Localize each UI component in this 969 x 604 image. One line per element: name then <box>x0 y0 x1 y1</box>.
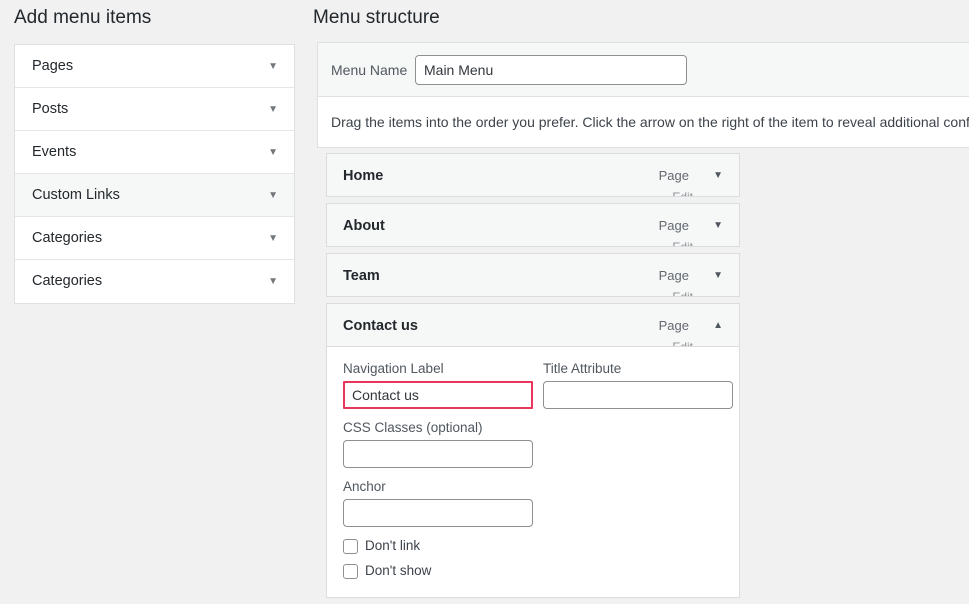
accordion-item-label: Pages <box>32 58 74 74</box>
navigation-label-input[interactable] <box>343 381 533 409</box>
menu-item-edit-link[interactable]: Edit <box>672 240 693 246</box>
menu-item-edit-link[interactable]: Edit <box>672 190 693 196</box>
menu-item-bar[interactable]: About Page Edit ▼ <box>326 203 740 247</box>
menu-item-bar[interactable]: Home Page Edit ▼ <box>326 153 740 197</box>
menu-instructions-text: Drag the items into the order you prefer… <box>331 114 969 130</box>
title-attribute-label: Title Attribute <box>543 361 622 376</box>
css-classes-label: CSS Classes (optional) <box>343 420 483 435</box>
menu-item-title: Home <box>343 168 384 184</box>
chevron-down-icon[interactable]: ▼ <box>713 154 723 196</box>
page-title-menu-structure: Menu structure <box>313 7 440 28</box>
chevron-down-icon[interactable]: ▼ <box>268 45 278 88</box>
menu-item-bar[interactable]: Contact us Page Edit ▲ <box>326 303 740 347</box>
page-title-add-menu-items: Add menu items <box>14 7 152 28</box>
accordion-item-label: Custom Links <box>32 187 120 203</box>
menu-item-team[interactable]: Team Page Edit ▼ <box>326 253 740 297</box>
menu-item-title: About <box>343 218 385 234</box>
chevron-down-icon[interactable]: ▼ <box>713 254 723 296</box>
accordion-item-label: Events <box>32 144 77 160</box>
dont-link-checkbox[interactable] <box>343 538 358 554</box>
accordion-item-label: Categories <box>32 230 103 246</box>
accordion-item-custom-links[interactable]: Custom Links ▼ <box>15 174 294 217</box>
chevron-down-icon[interactable]: ▼ <box>268 131 278 174</box>
menu-item-settings-panel: Navigation Label Title Attribute CSS Cla… <box>326 347 740 598</box>
add-menu-items-panel: Add menu items Pages ▼ Posts ▼ Events ▼ … <box>0 0 310 594</box>
menu-item-about[interactable]: About Page Edit ▼ <box>326 203 740 247</box>
accordion-item-categories-1[interactable]: Categories ▼ <box>15 217 294 260</box>
menu-item-title: Contact us <box>343 318 418 334</box>
title-attribute-block: Title Attribute <box>543 361 733 409</box>
menu-item-contact-us[interactable]: Contact us Page Edit ▲ Navigation Label … <box>326 303 740 598</box>
css-classes-input[interactable] <box>343 440 533 468</box>
anchor-label: Anchor <box>343 479 386 494</box>
menu-name-input[interactable] <box>415 55 687 85</box>
chevron-down-icon[interactable]: ▼ <box>268 88 278 131</box>
menu-instructions-row: Drag the items into the order you prefer… <box>318 97 969 147</box>
menu-name-label: Menu Name <box>331 62 408 78</box>
accordion-item-events[interactable]: Events ▼ <box>15 131 294 174</box>
chevron-down-icon[interactable]: ▼ <box>268 174 278 217</box>
accordion-item-posts[interactable]: Posts ▼ <box>15 88 294 131</box>
field-row-css-classes: CSS Classes (optional) <box>343 420 723 468</box>
chevron-down-icon[interactable]: ▼ <box>268 217 278 260</box>
menu-item-title: Team <box>343 268 380 284</box>
dont-show-checkbox[interactable] <box>343 563 358 579</box>
dont-link-checkbox-row[interactable]: Don't link <box>343 538 723 554</box>
field-row-label-title: Navigation Label Title Attribute <box>343 361 733 409</box>
dont-link-label: Don't link <box>365 538 421 553</box>
menu-name-row: Menu Name <box>318 43 969 97</box>
menu-item-home[interactable]: Home Page Edit ▼ <box>326 153 740 197</box>
accordion-item-label: Categories <box>32 273 103 289</box>
chevron-down-icon[interactable]: ▼ <box>713 204 723 246</box>
accordion-item-pages[interactable]: Pages ▼ <box>15 45 294 88</box>
menu-items-list: Home Page Edit ▼ About Page Edit ▼ Team … <box>326 153 740 604</box>
dont-show-label: Don't show <box>365 563 432 578</box>
field-row-anchor: Anchor <box>343 479 723 527</box>
navigation-label-block: Navigation Label <box>343 361 533 409</box>
menu-item-edit-link[interactable]: Edit <box>672 290 693 296</box>
menu-structure-card: Menu Name Drag the items into the order … <box>317 42 969 148</box>
accordion-item-categories-2[interactable]: Categories ▼ <box>15 260 294 303</box>
navigation-label-label: Navigation Label <box>343 361 444 376</box>
menu-item-edit-link[interactable]: Edit <box>672 340 693 346</box>
css-classes-block: CSS Classes (optional) <box>343 420 533 468</box>
dont-show-checkbox-row[interactable]: Don't show <box>343 563 723 579</box>
chevron-up-icon[interactable]: ▲ <box>713 304 723 346</box>
chevron-down-icon[interactable]: ▼ <box>268 260 278 303</box>
title-attribute-input[interactable] <box>543 381 733 409</box>
add-menu-items-accordion: Pages ▼ Posts ▼ Events ▼ Custom Links ▼ … <box>14 44 295 304</box>
anchor-block: Anchor <box>343 479 533 527</box>
anchor-input[interactable] <box>343 499 533 527</box>
accordion-item-label: Posts <box>32 101 69 117</box>
menu-item-bar[interactable]: Team Page Edit ▼ <box>326 253 740 297</box>
